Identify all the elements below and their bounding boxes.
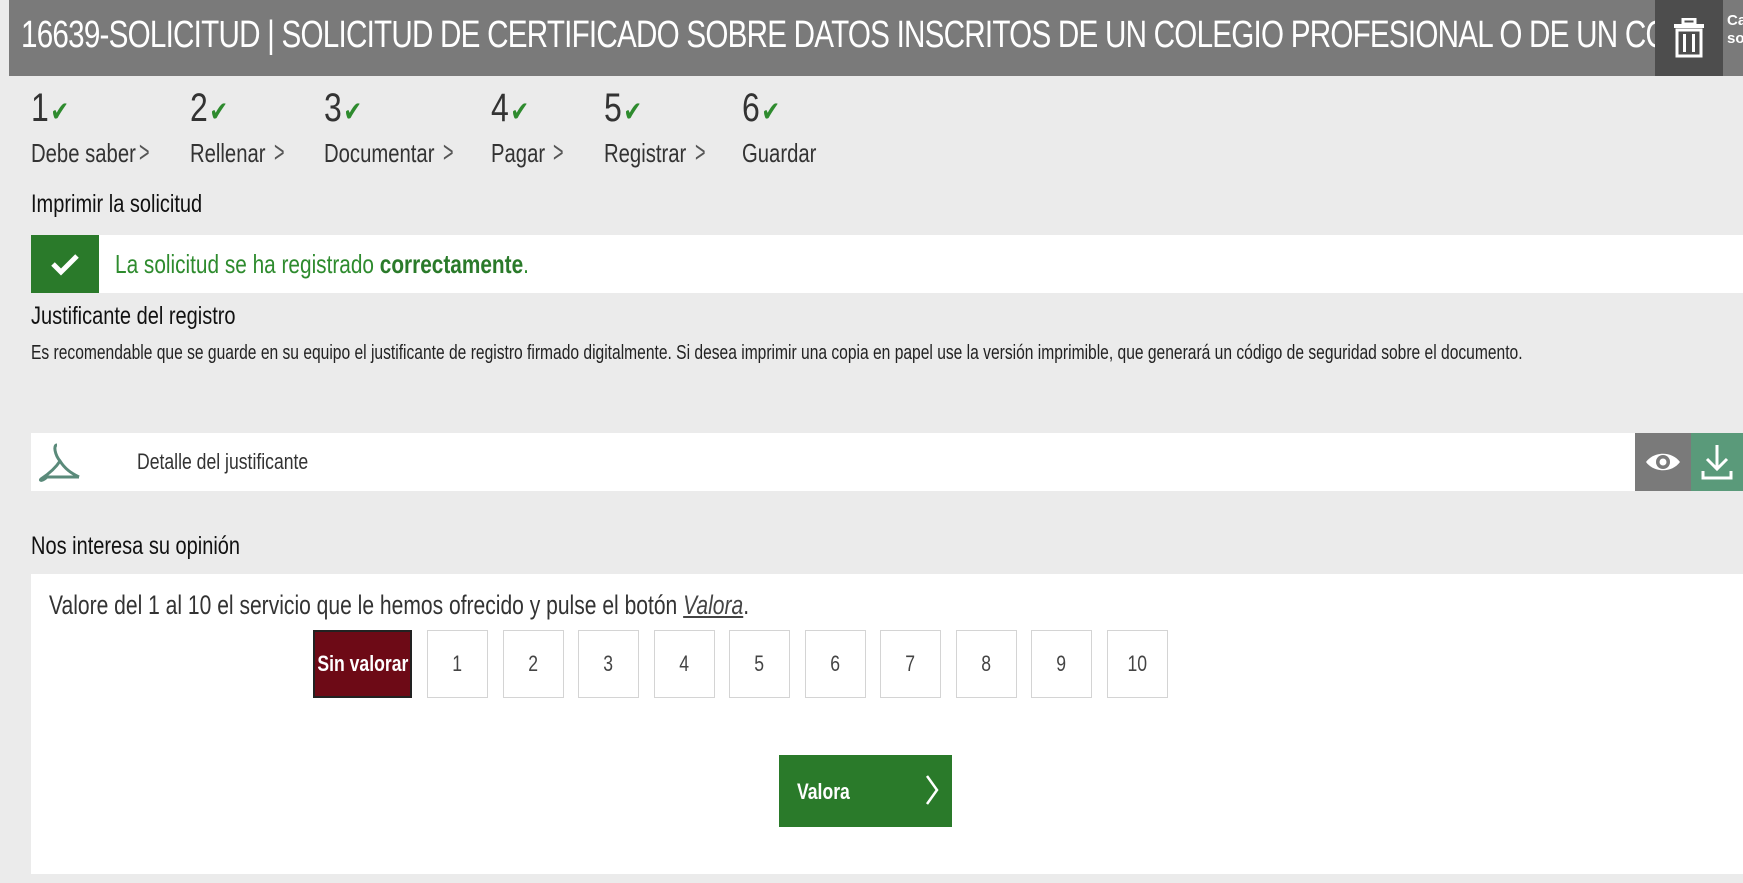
title-bar: 16639-SOLICITUD | SOLICITUD DE CERTIFICA… <box>9 0 1743 76</box>
step-number: 2✔ <box>190 86 229 130</box>
truncated-header-text: Ca so <box>1727 12 1743 47</box>
rating-option-sin-valorar[interactable]: Sin valorar <box>313 630 412 698</box>
chevron-right-icon: > <box>695 136 706 169</box>
step-pagar[interactable]: 4✔ Pagar > <box>491 86 564 169</box>
step-debe-saber[interactable]: 1✔ Debe saber > <box>31 86 150 169</box>
check-icon: ✔ <box>510 96 530 127</box>
check-icon: ✔ <box>343 96 363 127</box>
download-icon <box>1701 445 1733 480</box>
print-section-title: Imprimir la solicitud <box>31 190 203 218</box>
pdf-icon <box>39 443 80 482</box>
valora-link[interactable]: Valora <box>683 590 743 620</box>
chevron-right-icon <box>925 775 939 805</box>
delete-button[interactable] <box>1655 0 1723 76</box>
check-icon: ✔ <box>209 96 229 127</box>
step-registrar[interactable]: 5✔ Registrar > <box>604 86 706 169</box>
rating-prompt: Valore del 1 al 10 el servicio que le he… <box>49 590 750 620</box>
success-banner: La solicitud se ha registrado correctame… <box>31 235 1743 293</box>
download-button[interactable] <box>1691 433 1743 491</box>
view-button[interactable] <box>1635 433 1691 491</box>
chevron-right-icon: > <box>274 136 285 169</box>
rating-option-5[interactable]: 5 <box>729 630 790 698</box>
valora-button[interactable]: Valora <box>779 755 952 827</box>
receipt-file-row: Detalle del justificante <box>31 433 1743 491</box>
success-badge <box>31 235 99 293</box>
page-title: 16639-SOLICITUD | SOLICITUD DE CERTIFICA… <box>21 14 1712 56</box>
check-icon: ✔ <box>623 96 643 127</box>
rating-option-3[interactable]: 3 <box>578 630 639 698</box>
step-label: Documentar <box>324 138 435 168</box>
rating-option-6[interactable]: 6 <box>805 630 866 698</box>
trash-icon <box>1674 18 1704 58</box>
receipt-section-title: Justificante del registro <box>31 302 236 330</box>
receipt-description: Es recomendable que se guarde en su equi… <box>31 342 1523 364</box>
step-label: Rellenar <box>190 138 266 168</box>
rating-option-4[interactable]: 4 <box>654 630 715 698</box>
step-label: Guardar <box>742 138 817 168</box>
receipt-file-name: Detalle del justificante <box>137 449 309 474</box>
chevron-right-icon: > <box>553 136 564 169</box>
eye-icon <box>1646 453 1680 471</box>
rating-option-1[interactable]: 1 <box>427 630 488 698</box>
wizard-steps: 1✔ Debe saber > 2✔ Rellenar > 3✔ Documen… <box>31 86 1031 176</box>
rating-option-8[interactable]: 8 <box>956 630 1017 698</box>
chevron-right-icon: > <box>139 136 150 169</box>
step-number: 4✔ <box>491 86 530 130</box>
opinion-section-title: Nos interesa su opinión <box>31 532 241 560</box>
step-number: 6✔ <box>742 86 781 130</box>
check-icon: ✔ <box>761 96 781 127</box>
rating-option-9[interactable]: 9 <box>1031 630 1092 698</box>
chevron-right-icon: > <box>443 136 454 169</box>
step-documentar[interactable]: 3✔ Documentar > <box>324 86 454 169</box>
step-rellenar[interactable]: 2✔ Rellenar > <box>190 86 285 169</box>
step-number: 1✔ <box>31 86 70 130</box>
step-label: Pagar <box>491 138 546 168</box>
step-number: 5✔ <box>604 86 643 130</box>
success-message: La solicitud se ha registrado correctame… <box>115 249 529 279</box>
rating-option-10[interactable]: 10 <box>1107 630 1168 698</box>
step-label: Registrar <box>604 138 687 168</box>
check-icon: ✔ <box>50 96 70 127</box>
rating-option-2[interactable]: 2 <box>503 630 564 698</box>
rating-option-7[interactable]: 7 <box>880 630 941 698</box>
page: 16639-SOLICITUD | SOLICITUD DE CERTIFICA… <box>0 0 1743 883</box>
step-guardar[interactable]: 6✔ Guardar <box>742 86 816 168</box>
step-label: Debe saber <box>31 138 136 168</box>
rating-panel: Valore del 1 al 10 el servicio que le he… <box>31 574 1743 874</box>
check-icon <box>51 254 79 276</box>
step-number: 3✔ <box>324 86 363 130</box>
